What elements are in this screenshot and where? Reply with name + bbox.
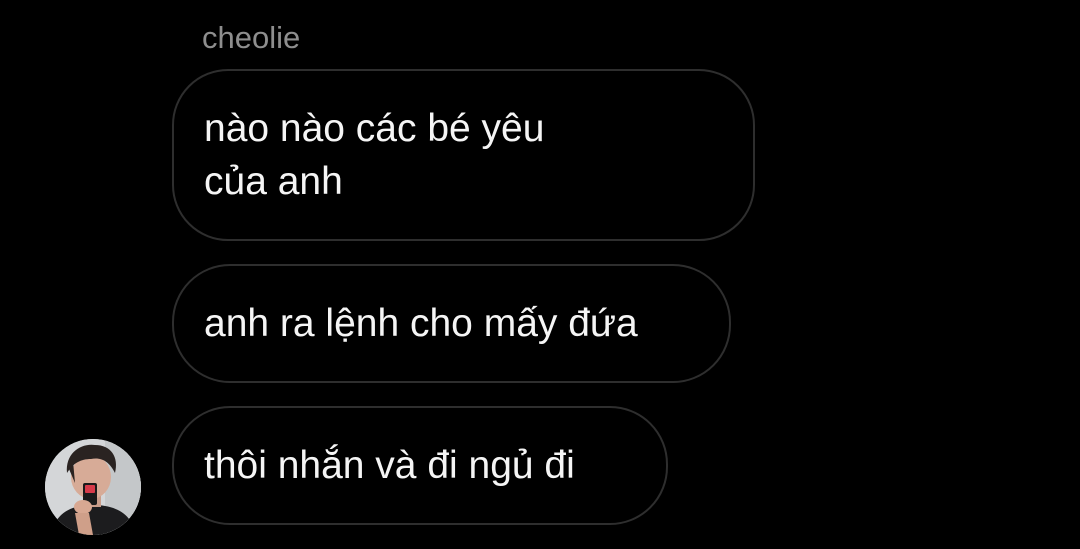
- chat-thread: cheolie nào nào các bé yêu của anh anh r…: [0, 0, 1080, 549]
- sender-avatar[interactable]: [45, 439, 141, 535]
- message-text: nào nào các bé yêu của anh: [204, 107, 545, 203]
- sender-name[interactable]: cheolie: [202, 18, 300, 58]
- message-bubble[interactable]: nào nào các bé yêu của anh: [172, 69, 755, 241]
- message-bubble[interactable]: thôi nhắn và đi ngủ đi: [172, 406, 668, 525]
- message-text: anh ra lệnh cho mấy đứa: [204, 302, 638, 345]
- message-text: thôi nhắn và đi ngủ đi: [204, 444, 575, 487]
- user-avatar-photo-icon: [45, 439, 141, 535]
- message-bubble[interactable]: anh ra lệnh cho mấy đứa: [172, 264, 731, 383]
